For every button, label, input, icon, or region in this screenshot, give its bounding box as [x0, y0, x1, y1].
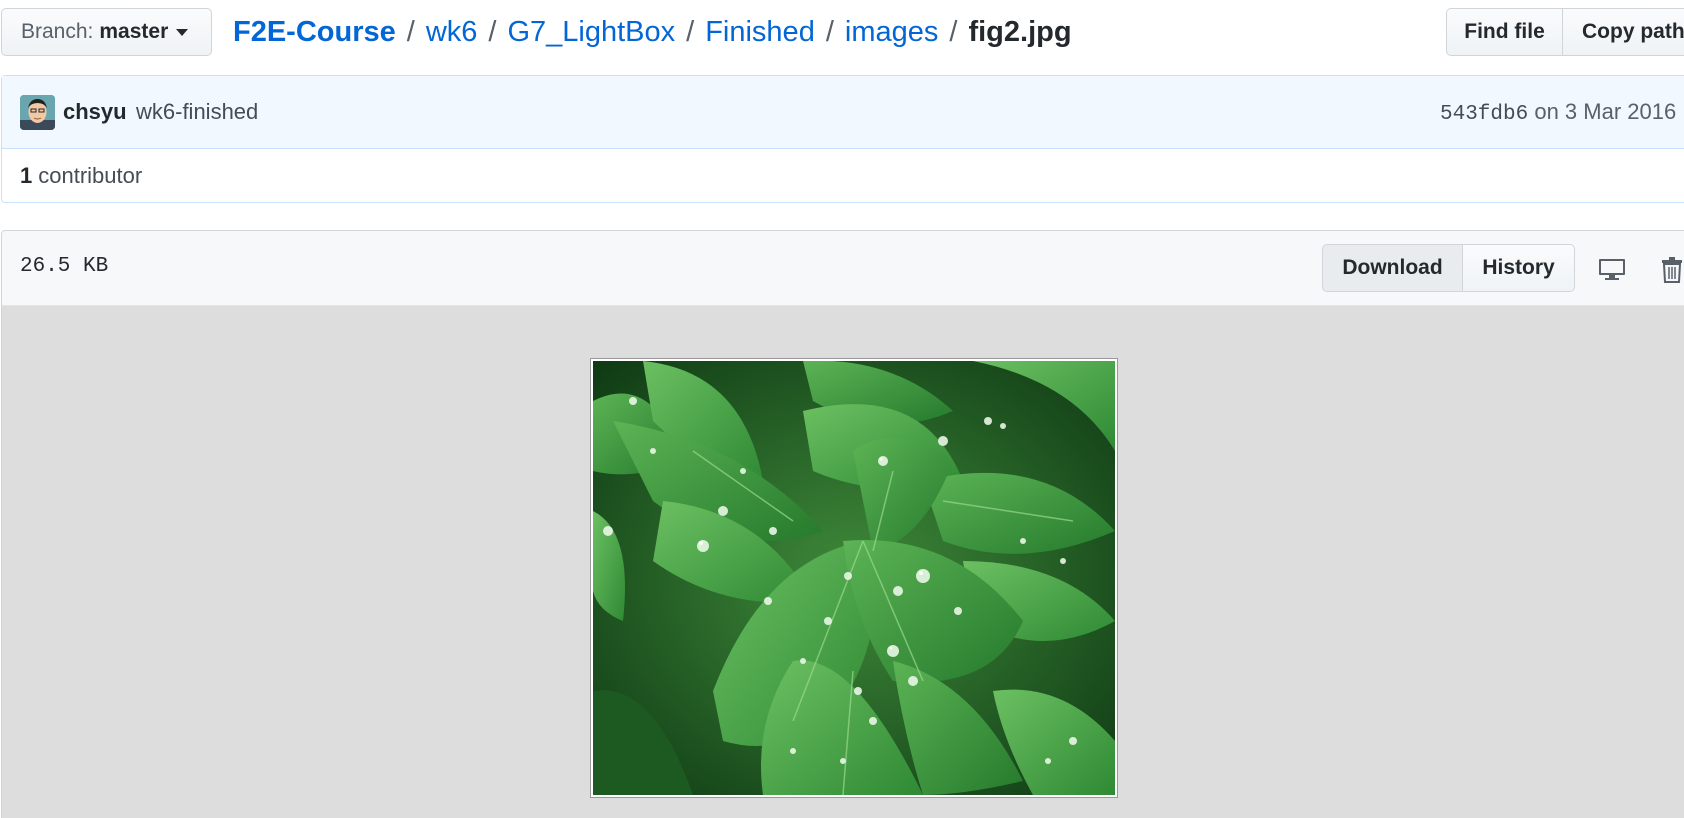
commit-tease: chsyu wk6-finished 543fdb6 on 3 Mar 2016: [2, 76, 1684, 149]
leaf-photo-image: [593, 361, 1115, 795]
copy-path-button[interactable]: Copy path: [1563, 8, 1684, 56]
file-navigation: Branch: master F2E-Course / wk6 / G7_Lig…: [0, 0, 1684, 68]
file-box: 26.5 KB Download History: [1, 230, 1684, 818]
contributors-row[interactable]: 1 contributor: [2, 149, 1684, 202]
commit-meta: 543fdb6 on 3 Mar 2016: [1440, 99, 1676, 126]
image-frame: [590, 358, 1118, 798]
breadcrumb-separator: /: [949, 15, 958, 48]
commit-author-link[interactable]: chsyu: [63, 99, 127, 125]
branch-label: Branch:: [21, 20, 94, 43]
commit-box: chsyu wk6-finished 543fdb6 on 3 Mar 2016…: [1, 75, 1684, 203]
branch-name: master: [99, 20, 169, 43]
trash-icon[interactable]: [1657, 255, 1684, 285]
breadcrumb-link-images[interactable]: images: [845, 16, 939, 49]
download-button[interactable]: Download: [1322, 244, 1463, 292]
history-button[interactable]: History: [1463, 244, 1575, 292]
avatar-image: [20, 95, 55, 130]
breadcrumb-separator: /: [686, 15, 695, 48]
find-file-button[interactable]: Find file: [1446, 8, 1563, 56]
breadcrumb-link-wk6[interactable]: wk6: [426, 16, 478, 49]
file-size: 26.5 KB: [20, 255, 109, 278]
desktop-icon[interactable]: [1597, 255, 1627, 285]
breadcrumb-repo-link[interactable]: F2E-Course: [233, 16, 396, 49]
commit-date: on 3 Mar 2016: [1534, 99, 1677, 124]
breadcrumb-link-finished[interactable]: Finished: [705, 16, 815, 49]
caret-down-icon: [176, 28, 189, 36]
branch-select-button[interactable]: Branch: master: [1, 8, 212, 56]
file-header-buttons: Download History: [1322, 244, 1575, 292]
commit-sha-link[interactable]: 543fdb6: [1440, 103, 1528, 126]
breadcrumb: F2E-Course / wk6 / G7_LightBox / Finishe…: [233, 12, 1072, 52]
file-header: 26.5 KB Download History: [2, 231, 1684, 306]
breadcrumb-link-g7-lightbox[interactable]: G7_LightBox: [507, 16, 675, 49]
contributor-count: 1: [20, 162, 33, 188]
avatar[interactable]: [20, 95, 55, 130]
commit-message-link[interactable]: wk6-finished: [136, 99, 258, 125]
breadcrumb-separator: /: [406, 15, 415, 48]
breadcrumb-current-file: fig2.jpg: [968, 15, 1072, 48]
file-actions-group: Find file Copy path: [1446, 8, 1684, 56]
image-preview-area: [2, 306, 1684, 818]
breadcrumb-separator: /: [488, 15, 497, 48]
breadcrumb-separator: /: [825, 15, 834, 48]
file-view-page: Branch: master F2E-Course / wk6 / G7_Lig…: [0, 0, 1684, 818]
contributor-label: contributor: [38, 162, 143, 188]
